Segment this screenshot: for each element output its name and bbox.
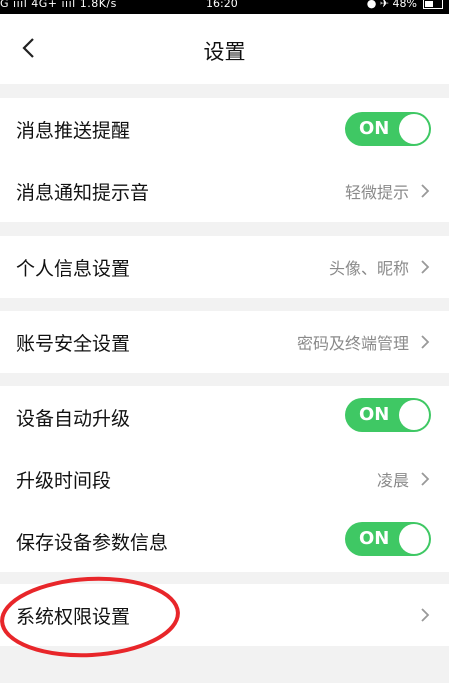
row-system-permissions[interactable]: 系统权限设置 [0,584,449,646]
row-account-security[interactable]: 账号安全设置 密码及终端管理 [0,311,449,373]
toggle-text: ON [359,118,390,139]
auto-upgrade-toggle[interactable]: ON [345,398,431,432]
row-value: 密码及终端管理 [296,334,409,353]
toggle-knob [399,400,429,430]
toggle-text: ON [359,404,390,425]
settings-group-device: 设备自动升级 ON 升级时间段 凌晨 保存设备参数信息 ON [0,386,449,572]
row-label: 账号安全设置 [16,332,131,355]
row-label: 系统权限设置 [16,605,131,628]
status-bar: G ıııl 4G+ ıııl 1.8K/s 16:20 ● ✈ 48% [0,0,449,14]
status-time: 16:20 [206,0,238,10]
row-push-notification: 消息推送提醒 ON [0,98,449,160]
row-auto-upgrade: 设备自动升级 ON [0,386,449,448]
page-title: 设置 [203,40,246,64]
toggle-knob [399,114,429,144]
chevron-right-icon [421,472,430,486]
push-notification-toggle[interactable]: ON [345,112,431,146]
row-value: 凌晨 [376,471,409,490]
settings-group-notifications: 消息推送提醒 ON 消息通知提示音 轻微提示 [0,98,449,222]
row-save-device-params: 保存设备参数信息 ON [0,510,449,572]
chevron-right-icon [421,335,430,349]
row-value: 轻微提示 [344,183,409,202]
chevron-right-icon [421,608,430,622]
toggle-text: ON [359,528,390,549]
row-label: 个人信息设置 [16,257,131,280]
chevron-right-icon [421,260,430,274]
row-upgrade-time[interactable]: 升级时间段 凌晨 [0,448,449,510]
settings-group-profile: 个人信息设置 头像、昵称 [0,236,449,298]
nav-bar: 设置 [0,14,449,84]
row-label: 消息推送提醒 [16,119,131,142]
status-signal: G ıııl 4G+ ıııl 1.8K/s [0,0,117,10]
status-right: ● ✈ 48% [367,0,443,11]
row-label: 消息通知提示音 [16,181,150,204]
status-battery-text: ● ✈ 48% [366,0,417,10]
settings-group-permissions: 系统权限设置 [0,584,449,646]
battery-icon [423,0,443,9]
settings-group-security: 账号安全设置 密码及终端管理 [0,311,449,373]
chevron-right-icon [421,184,430,198]
row-label: 设备自动升级 [16,407,131,430]
save-params-toggle[interactable]: ON [345,522,431,556]
row-profile-settings[interactable]: 个人信息设置 头像、昵称 [0,236,449,298]
row-label: 升级时间段 [16,469,112,492]
row-notification-sound[interactable]: 消息通知提示音 轻微提示 [0,160,449,222]
row-label: 保存设备参数信息 [16,531,169,554]
row-value: 头像、昵称 [328,259,409,278]
toggle-knob [399,524,429,554]
